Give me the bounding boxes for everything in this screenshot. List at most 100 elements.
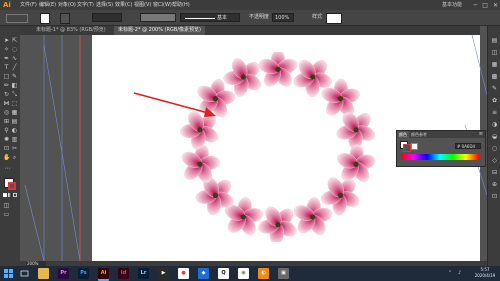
symbol-sprayer-tool-icon[interactable]: ✺ [3, 136, 10, 143]
gradient-tool-icon[interactable]: ▤ [11, 118, 18, 125]
perspective-grid-tool-icon[interactable]: ▦ [11, 109, 18, 116]
tab-color-guide[interactable]: 颜色参考 [409, 131, 429, 138]
minimize-icon[interactable]: ─ [474, 2, 478, 9]
gradient-mode-icon[interactable] [8, 193, 12, 197]
rotate-tool-icon[interactable]: ↻ [3, 91, 10, 98]
none-mode-icon[interactable] [13, 193, 17, 197]
shape-builder-tool-icon[interactable]: ◎ [3, 109, 10, 116]
curvature-tool-icon[interactable]: ∿ [11, 55, 18, 62]
menu-effect[interactable]: 效果(C) [115, 0, 132, 10]
flower[interactable] [257, 52, 299, 89]
panel-menu-icon[interactable]: ≡ [479, 131, 483, 138]
selection-tool-icon[interactable]: ➤ [3, 37, 10, 44]
taskbar-app-app-gray-icon[interactable]: ▣ [278, 268, 289, 279]
brush-definition-dropdown[interactable]: 基本 [180, 13, 240, 22]
stroke-color-swatch[interactable] [60, 13, 70, 24]
flower[interactable] [179, 144, 220, 185]
layers-icon[interactable]: ◫ [491, 50, 498, 56]
taskbar-app-photoshop-icon[interactable]: Ps [78, 268, 89, 279]
workspace-switcher[interactable]: 基本功能 [442, 0, 462, 10]
none-color-icon[interactable] [411, 143, 418, 150]
graphic-style-swatch[interactable] [326, 13, 342, 24]
slice-tool-icon[interactable]: ✂ [11, 145, 18, 152]
taskbar-app-app-red-icon[interactable]: ● [178, 268, 189, 279]
tab-document-1[interactable]: 未标题-1* @ 83% (RGB/预览) [32, 26, 110, 35]
gradient-icon[interactable]: ◑ [491, 122, 498, 128]
stroke-weight-field[interactable] [92, 13, 122, 22]
screen-mode-icon[interactable]: ▭ [3, 211, 10, 218]
tab-color[interactable]: 颜色 [397, 131, 409, 138]
menu-window[interactable]: 窗口(W) [153, 0, 172, 10]
hex-input[interactable]: # 0A6D4 [455, 143, 481, 149]
pencil-tool-icon[interactable]: ✏ [3, 82, 10, 89]
menu-help[interactable]: 帮助(H) [172, 0, 190, 10]
maximize-icon[interactable]: □ [482, 2, 488, 9]
stroke-swatch[interactable] [8, 182, 16, 190]
transform-icon[interactable]: ⊡ [491, 194, 498, 200]
taskbar-app-chrome-icon[interactable]: ◉ [238, 268, 249, 279]
menu-edit[interactable]: 编辑(E) [39, 0, 56, 10]
align-icon[interactable]: ⊟ [491, 170, 498, 176]
stroke-icon[interactable]: ≡ [491, 110, 498, 116]
flower[interactable] [257, 204, 299, 242]
menu-object[interactable]: 对象(O) [58, 0, 76, 10]
pen-tool-icon[interactable]: ✒ [3, 55, 10, 62]
column-graph-tool-icon[interactable]: ▥ [11, 136, 18, 143]
eraser-tool-icon[interactable]: ◧ [11, 82, 18, 89]
taskbar-app-lightroom-icon[interactable]: Lr [138, 268, 149, 279]
menu-type[interactable]: 文字(T) [77, 0, 94, 10]
edit-toolbar-icon[interactable]: ⋯ [4, 165, 11, 172]
properties-icon[interactable]: ▤ [491, 38, 498, 44]
close-icon[interactable]: ✕ [493, 2, 498, 9]
zoom-tool-icon[interactable]: ⌕ [11, 154, 18, 161]
width-tool-icon[interactable]: ⋈ [3, 100, 10, 107]
menu-file[interactable]: 文件(F) [20, 0, 37, 10]
menu-select[interactable]: 选择(S) [96, 0, 113, 10]
taskbar-app-app-blue-icon[interactable]: ◆ [198, 268, 209, 279]
taskbar-app-qq-icon[interactable]: Q [218, 268, 229, 279]
mesh-tool-icon[interactable]: ⊞ [3, 118, 10, 125]
tab-document-2[interactable]: 未标题-2* @ 200% (RGB/像素预览) [114, 26, 205, 35]
type-tool-icon[interactable]: T [3, 64, 10, 71]
libraries-icon[interactable]: ▦ [491, 62, 498, 68]
taskbar-clock[interactable]: 5:57 2020/4/19 [470, 267, 500, 279]
fill-color-swatch[interactable] [40, 13, 50, 24]
variable-width-field[interactable] [140, 13, 176, 22]
swatches-icon[interactable]: ▩ [491, 74, 498, 80]
color-mode-icon[interactable] [3, 193, 7, 197]
appearance-icon[interactable]: ○ [491, 146, 498, 152]
blend-tool-icon[interactable]: ◐ [11, 127, 18, 134]
paintbrush-tool-icon[interactable]: ✎ [11, 73, 18, 80]
panel-stroke-swatch[interactable] [403, 144, 411, 152]
start-button[interactable] [4, 269, 13, 278]
taskbar-app-premiere-icon[interactable]: Pr [58, 268, 69, 279]
lasso-tool-icon[interactable]: ◌ [11, 46, 18, 53]
flower-wreath-artwork[interactable] [178, 52, 378, 242]
taskbar-app-indesign-icon[interactable]: Id [118, 268, 129, 279]
taskbar-app-illustrator-icon[interactable]: Ai [98, 268, 109, 279]
graphic-styles-icon[interactable]: ◇ [491, 158, 498, 164]
color-spectrum[interactable] [401, 154, 479, 160]
flower[interactable] [335, 109, 377, 150]
direct-selection-tool-icon[interactable]: ⇱ [11, 37, 18, 44]
symbols-icon[interactable]: ✿ [491, 98, 498, 104]
transparency-icon[interactable]: ◒ [491, 134, 498, 140]
artboard-tool-icon[interactable]: ⊡ [3, 145, 10, 152]
taskbar-app-media-app-icon[interactable]: ▶ [158, 268, 169, 279]
scale-tool-icon[interactable]: ⤡ [11, 91, 18, 98]
menu-view[interactable]: 视图(V) [134, 0, 151, 10]
eyedropper-tool-icon[interactable]: ⚲ [3, 127, 10, 134]
taskbar-app-explorer-icon[interactable] [38, 268, 49, 279]
taskbar-app-app-orange-icon[interactable]: ◐ [258, 268, 269, 279]
magic-wand-tool-icon[interactable]: ✧ [3, 46, 10, 53]
draw-mode-icon[interactable]: ◫ [3, 202, 10, 209]
opacity-field[interactable]: 100% [272, 13, 294, 22]
line-tool-icon[interactable]: ╱ [11, 64, 18, 71]
volume-icon[interactable]: ♪ [458, 270, 461, 276]
task-view-button[interactable] [20, 269, 29, 278]
free-transform-tool-icon[interactable]: ⬚ [11, 100, 18, 107]
hand-tool-icon[interactable]: ✋ [3, 154, 10, 161]
brushes-icon[interactable]: ✎ [491, 86, 498, 92]
system-tray-icon[interactable]: ⌃ [448, 270, 452, 276]
flower[interactable] [335, 144, 377, 185]
